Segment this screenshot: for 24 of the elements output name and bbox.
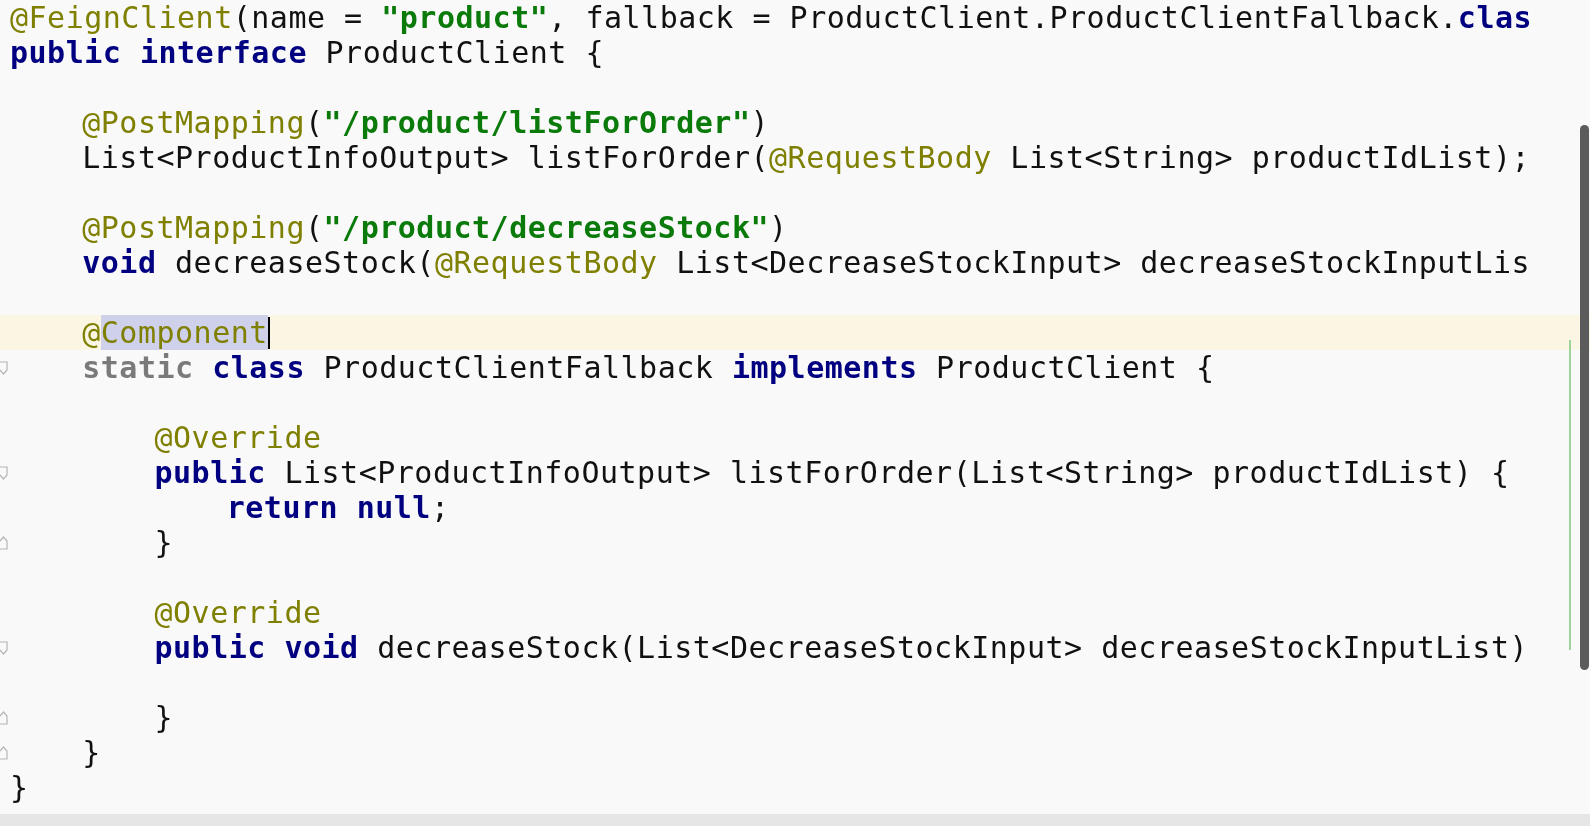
code-line: public List<ProductInfoOutput> listForOrder(List<String> productIdList) { bbox=[154, 454, 1510, 492]
fold-icon[interactable] bbox=[0, 465, 8, 480]
code-line: @Override bbox=[154, 594, 322, 632]
fold-icon[interactable] bbox=[0, 745, 8, 760]
code-line: List<ProductInfoOutput> listForOrder(@RequestBody List<String> productIdList); bbox=[82, 139, 1531, 177]
scrollbar-thumb[interactable] bbox=[1580, 125, 1589, 670]
code-line: } bbox=[10, 769, 29, 807]
code-line: @Override bbox=[154, 419, 322, 457]
fold-icon[interactable] bbox=[0, 640, 8, 655]
fold-icon[interactable] bbox=[0, 710, 8, 725]
code-line: return null; bbox=[226, 489, 450, 527]
code-line: @Component bbox=[82, 314, 268, 352]
code-line: @FeignClient(name = "product", fallback = ProductClient.ProductClientFallback.clas bbox=[10, 0, 1533, 37]
code-line: static class ProductClientFallback implements ProductClient { bbox=[82, 349, 1215, 387]
code-line: } bbox=[82, 734, 101, 772]
fold-icon[interactable] bbox=[0, 360, 8, 375]
code-line: public interface ProductClient { bbox=[10, 34, 604, 72]
code-line: } bbox=[154, 699, 174, 737]
code-line: @PostMapping("/product/listForOrder") bbox=[82, 104, 770, 142]
code-line: @PostMapping("/product/decreaseStock") bbox=[82, 209, 788, 247]
code-line: public void decreaseStock(List<DecreaseStockInput> decreaseStockInputList) bbox=[154, 629, 1529, 667]
code-line: } bbox=[154, 524, 174, 562]
code-line: void decreaseStock(@RequestBody List<DecreaseStockInput> decreaseStockInputLis bbox=[82, 244, 1531, 282]
fold-icon[interactable] bbox=[0, 535, 8, 550]
